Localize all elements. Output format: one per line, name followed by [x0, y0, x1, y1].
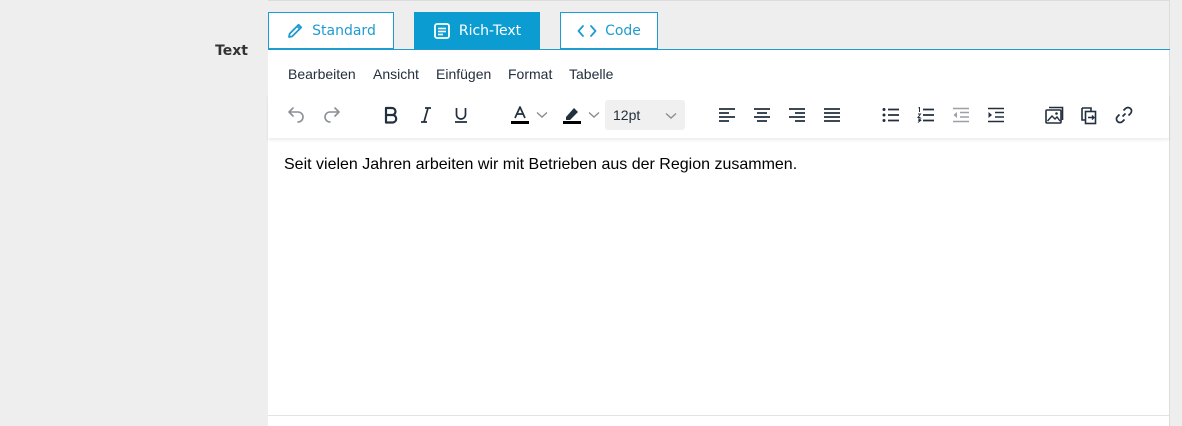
- menu-tabelle[interactable]: Tabelle: [569, 66, 613, 82]
- align-left-icon: [718, 107, 736, 123]
- font-size-select[interactable]: 12pt: [605, 100, 685, 130]
- menu-einfuegen[interactable]: Einfügen: [436, 66, 491, 82]
- align-justify-icon: [823, 107, 841, 123]
- italic-button[interactable]: [411, 100, 441, 130]
- align-left-button[interactable]: [712, 100, 742, 130]
- copy-icon: [1079, 105, 1099, 125]
- top-divider: [268, 0, 1170, 1]
- italic-icon: [418, 106, 434, 124]
- bold-button[interactable]: [376, 100, 406, 130]
- tab-standard-label: Standard: [312, 22, 376, 39]
- redo-icon: [322, 105, 342, 125]
- redo-button[interactable]: [317, 100, 347, 130]
- text-color-button[interactable]: [506, 100, 554, 130]
- chevron-down-icon: [588, 111, 600, 119]
- text-color-icon: [510, 105, 530, 125]
- undo-icon: [286, 105, 306, 125]
- font-size-value: 12pt: [613, 107, 641, 123]
- bullet-list-icon: [882, 107, 900, 123]
- pencil-icon: [286, 22, 304, 40]
- highlight-color-button[interactable]: [558, 100, 606, 130]
- editor-content[interactable]: Seit vielen Jahren arbeiten wir mit Betr…: [284, 156, 797, 174]
- tab-rich-text-label: Rich-Text: [458, 23, 522, 39]
- align-center-icon: [753, 107, 771, 123]
- underline-button[interactable]: [446, 100, 476, 130]
- undo-button[interactable]: [281, 100, 311, 130]
- numbered-list-icon: [917, 107, 935, 123]
- bullet-list-button[interactable]: [876, 100, 906, 130]
- tab-rich-text[interactable]: Rich-Text: [414, 12, 540, 50]
- editor-menubar: Bearbeiten Ansicht Einfügen Format Tabel…: [268, 50, 1169, 94]
- copy-button[interactable]: [1074, 100, 1104, 130]
- align-right-icon: [788, 107, 806, 123]
- right-divider: [1169, 0, 1170, 426]
- editor-bottom-border: [268, 415, 1169, 416]
- image-icon: [1044, 105, 1064, 125]
- highlight-icon: [562, 105, 582, 125]
- align-justify-button[interactable]: [817, 100, 847, 130]
- insert-image-button[interactable]: [1039, 100, 1069, 130]
- outdent-button[interactable]: [946, 100, 976, 130]
- align-center-button[interactable]: [747, 100, 777, 130]
- rich-text-editor: Bearbeiten Ansicht Einfügen Format Tabel…: [268, 50, 1169, 426]
- link-icon: [1114, 105, 1134, 125]
- chevron-down-icon: [536, 111, 548, 119]
- outdent-icon: [952, 107, 970, 123]
- tab-code-label: Code: [605, 22, 641, 39]
- menu-ansicht[interactable]: Ansicht: [373, 66, 419, 82]
- bold-icon: [383, 106, 399, 124]
- field-label: Text: [215, 43, 248, 59]
- align-right-button[interactable]: [782, 100, 812, 130]
- editor-toolbar: 12pt: [268, 94, 1169, 138]
- tab-code[interactable]: Code: [560, 12, 658, 49]
- code-icon: [577, 23, 597, 39]
- insert-link-button[interactable]: [1109, 100, 1139, 130]
- menu-bearbeiten[interactable]: Bearbeiten: [288, 66, 356, 82]
- indent-button[interactable]: [981, 100, 1011, 130]
- document-icon: [433, 22, 451, 40]
- chevron-down-icon: [665, 107, 677, 123]
- menu-format[interactable]: Format: [508, 66, 552, 82]
- indent-icon: [987, 107, 1005, 123]
- underline-icon: [453, 106, 469, 124]
- tab-standard[interactable]: Standard: [268, 12, 394, 49]
- numbered-list-button[interactable]: [911, 100, 941, 130]
